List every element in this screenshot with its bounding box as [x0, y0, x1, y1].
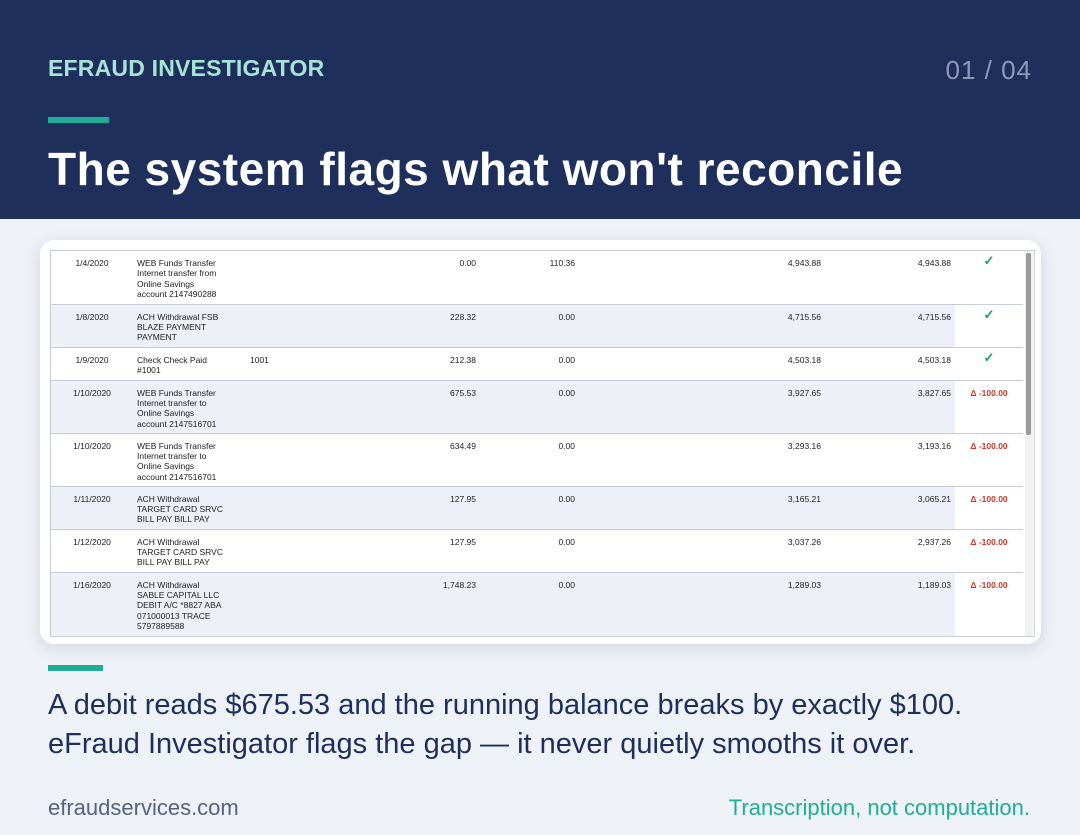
- ledger-status-cell: ✓: [955, 347, 1023, 381]
- ledger-debit-cell: 212.38: [310, 347, 480, 381]
- ledger-reported-balance-cell: 3,065.21: [825, 486, 955, 530]
- ledger-date-cell: 1/9/2020: [51, 347, 133, 381]
- ledger-row: 1/11/2020 ACH Withdrawal TARGET CARD SRVC…: [51, 486, 1023, 530]
- ledger-description-cell: ACH Withdrawal SABLE CAPITAL LLC DEBIT A…: [133, 572, 246, 636]
- ledger-scrollbar[interactable]: [1025, 251, 1033, 636]
- ledger-status-cell: Δ -100.00: [955, 380, 1023, 434]
- ledger-description-cell: WEB Funds Transfer Internet transfer fro…: [133, 251, 246, 305]
- ledger-date-cell: 1/10/2020: [51, 433, 133, 487]
- ledger-description-cell: Check Check Paid #1001: [133, 347, 246, 381]
- brand-label: EFRAUD INVESTIGATOR: [48, 55, 325, 81]
- ledger-date-cell: 1/8/2020: [51, 304, 133, 348]
- check-icon: ✓: [983, 306, 995, 322]
- ledger-running-balance-cell: 3,037.26: [579, 529, 825, 573]
- ledger-reported-balance-cell: 3,193.16: [825, 433, 955, 487]
- discrepancy-flag: Δ -100.00: [970, 387, 1008, 398]
- ledger-status-cell: ✓: [955, 304, 1023, 348]
- ledger-debit-cell: 634.49: [310, 433, 480, 487]
- discrepancy-flag: Δ -100.00: [970, 493, 1008, 504]
- ledger-check-number-cell: [246, 486, 310, 530]
- check-icon: ✓: [983, 253, 995, 268]
- ledger-description-cell: ACH Withdrawal FSB BLAZE PAYMENT PAYMENT: [133, 304, 246, 348]
- ledger-credit-cell: 0.00: [480, 380, 579, 434]
- ledger-row: 1/4/2020 WEB Funds Transfer Internet tran…: [51, 251, 1023, 305]
- ledger-running-balance-cell: 4,503.18: [579, 347, 825, 381]
- ledger-running-balance-cell: 3,165.21: [579, 486, 825, 530]
- ledger-running-balance-cell: 3,293.16: [579, 433, 825, 487]
- ledger-debit-cell: 127.95: [310, 529, 480, 573]
- ledger-row: 1/12/2020 ACH Withdrawal TARGET CARD SRVC…: [51, 529, 1023, 573]
- ledger-date-cell: 1/4/2020: [51, 251, 133, 305]
- page-counter: 01 / 04: [945, 55, 1032, 85]
- ledger-debit-cell: 0.00: [310, 251, 480, 305]
- ledger-debit-cell: 675.53: [310, 380, 480, 434]
- ledger-check-number-cell: [246, 572, 310, 636]
- ledger-check-number-cell: [246, 380, 310, 434]
- header-banner: EFRAUD INVESTIGATOR 01 / 04 The system f…: [0, 0, 1080, 219]
- discrepancy-flag: Δ -100.00: [970, 440, 1008, 451]
- ledger-credit-cell: 0.00: [480, 572, 579, 636]
- ledger-reported-balance-cell: 1,189.03: [825, 572, 955, 636]
- ledger-check-number-cell: [246, 304, 310, 348]
- ledger-reported-balance-cell: 4,715.56: [825, 304, 955, 348]
- scrollbar-thumb[interactable]: [1026, 253, 1031, 435]
- ledger-table-viewport[interactable]: 1/4/2020 WEB Funds Transfer Internet tran…: [50, 250, 1035, 637]
- ledger-row: 1/9/2020 Check Check Paid #1001 1001 212.38…: [51, 347, 1023, 381]
- ledger-reported-balance-cell: 4,503.18: [825, 347, 955, 381]
- explanation-line-2: eFraud Investigator flags the gap — it n…: [48, 728, 916, 760]
- check-icon: ✓: [983, 349, 995, 365]
- ledger-row: 1/16/2020 ACH Withdrawal SABLE CAPITAL LL…: [51, 572, 1023, 636]
- ledger-credit-cell: 110.36: [480, 251, 579, 305]
- ledger-running-balance-cell: 3,927.65: [579, 380, 825, 434]
- ledger-status-cell: ✓: [955, 251, 1023, 305]
- explanation-line-1: A debit reads $675.53 and the running ba…: [48, 689, 963, 721]
- accent-divider: [48, 117, 109, 123]
- ledger-date-cell: 1/16/2020: [51, 572, 133, 636]
- website-link[interactable]: efraudservices.com: [48, 795, 239, 821]
- ledger-credit-cell: 0.00: [480, 347, 579, 381]
- ledger-debit-cell: 1,748.23: [310, 572, 480, 636]
- ledger-debit-cell: 228.32: [310, 304, 480, 348]
- ledger-check-number-cell: [246, 529, 310, 573]
- explanation-text: A debit reads $675.53 and the running ba…: [48, 686, 1038, 764]
- ledger-running-balance-cell: 4,715.56: [579, 304, 825, 348]
- ledger-date-cell: 1/11/2020: [51, 486, 133, 530]
- ledger-status-cell: Δ -100.00: [955, 572, 1023, 636]
- discrepancy-flag: Δ -100.00: [970, 536, 1008, 547]
- ledger-description-cell: ACH Withdrawal TARGET CARD SRVC BILL PAY…: [133, 486, 246, 530]
- ledger-row: 1/10/2020 WEB Funds Transfer Internet tra…: [51, 380, 1023, 434]
- discrepancy-flag: Δ -100.00: [970, 579, 1008, 590]
- ledger-description-cell: ACH Withdrawal TARGET CARD SRVC BILL PAY…: [133, 529, 246, 573]
- tagline: Transcription, not computation.: [728, 795, 1030, 820]
- ledger-check-number-cell: [246, 433, 310, 487]
- ledger-credit-cell: 0.00: [480, 304, 579, 348]
- ledger-reported-balance-cell: 3,827.65: [825, 380, 955, 434]
- ledger-description-cell: WEB Funds Transfer Internet transfer to …: [133, 433, 246, 487]
- ledger-check-number-cell: [246, 251, 310, 305]
- ledger-running-balance-cell: 4,943.88: [579, 251, 825, 305]
- ledger-reported-balance-cell: 2,937.26: [825, 529, 955, 573]
- ledger-check-number-cell: 1001: [246, 347, 310, 381]
- accent-divider-lower: [48, 665, 103, 671]
- ledger-credit-cell: 0.00: [480, 433, 579, 487]
- ledger-description-cell: WEB Funds Transfer Internet transfer to …: [133, 380, 246, 434]
- page-title: The system flags what won't reconcile: [48, 143, 904, 195]
- ledger-card: 1/4/2020 WEB Funds Transfer Internet tran…: [40, 240, 1041, 644]
- ledger-credit-cell: 0.00: [480, 486, 579, 530]
- ledger-date-cell: 1/10/2020: [51, 380, 133, 434]
- ledger-running-balance-cell: 1,289.03: [579, 572, 825, 636]
- ledger-row: 1/10/2020 WEB Funds Transfer Internet tra…: [51, 433, 1023, 487]
- ledger-reported-balance-cell: 4,943.88: [825, 251, 955, 305]
- ledger-date-cell: 1/12/2020: [51, 529, 133, 573]
- ledger-status-cell: Δ -100.00: [955, 486, 1023, 530]
- ledger-status-cell: Δ -100.00: [955, 529, 1023, 573]
- ledger-credit-cell: 0.00: [480, 529, 579, 573]
- ledger-table: 1/4/2020 WEB Funds Transfer Internet tran…: [51, 251, 1023, 636]
- ledger-debit-cell: 127.95: [310, 486, 480, 530]
- ledger-status-cell: Δ -100.00: [955, 433, 1023, 487]
- ledger-row: 1/8/2020 ACH Withdrawal FSB BLAZE PAYMENT…: [51, 304, 1023, 348]
